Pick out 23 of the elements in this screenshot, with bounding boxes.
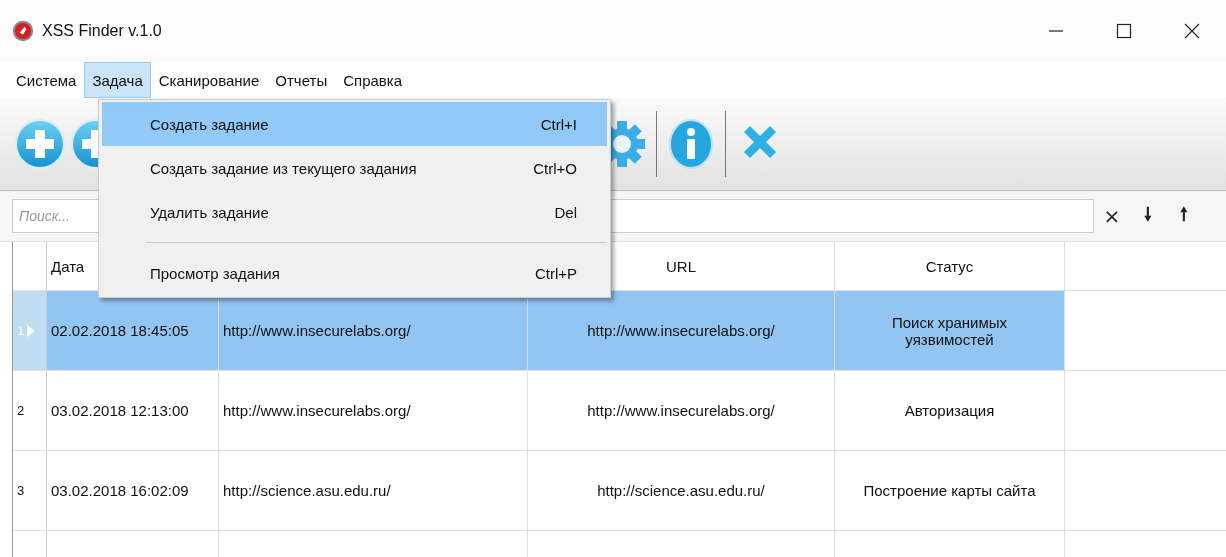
shortcut-label: Ctrl+O — [533, 159, 577, 177]
option-label: Просмотр задания — [150, 264, 281, 282]
table-cell: 03.02.2018 16:02:09 — [47, 451, 219, 530]
shortcut-label: Del — [554, 203, 577, 221]
table-cell: 02.02.2018 18:45:05 — [47, 291, 219, 370]
shortcut-label: Ctrl+P — [534, 264, 577, 282]
table-cell: http://www.insecurelabs.org/ — [528, 371, 835, 450]
option-label: Удалить задание — [150, 203, 270, 221]
row-number: 2 — [17, 403, 25, 418]
row-number: 1 — [17, 323, 25, 338]
table-cell: http://www.insecurelabs.org/ — [219, 371, 528, 450]
row-number: 3 — [17, 483, 25, 498]
table-cell: Поиск хранимых уязвимостей — [835, 291, 1065, 370]
table-cell: 03.02.2018 12:13:00 — [47, 371, 219, 450]
window-title: XSS Finder v.1.0 — [42, 22, 163, 40]
table-cell: http://www.insecurelabs.org/ — [528, 291, 835, 370]
table-cell: Авторизация — [835, 371, 1065, 450]
table-cell: http://science.asu.edu.ru/ — [528, 451, 835, 530]
option-label: Создать задание из текущего задания — [150, 159, 418, 177]
shortcut-label: Ctrl+I — [540, 115, 577, 133]
table-cell: http://science.asu.edu.ru/ — [219, 451, 528, 530]
table-cell: Построение карты сайта — [835, 451, 1065, 530]
option-label: Создать задание — [150, 115, 270, 133]
